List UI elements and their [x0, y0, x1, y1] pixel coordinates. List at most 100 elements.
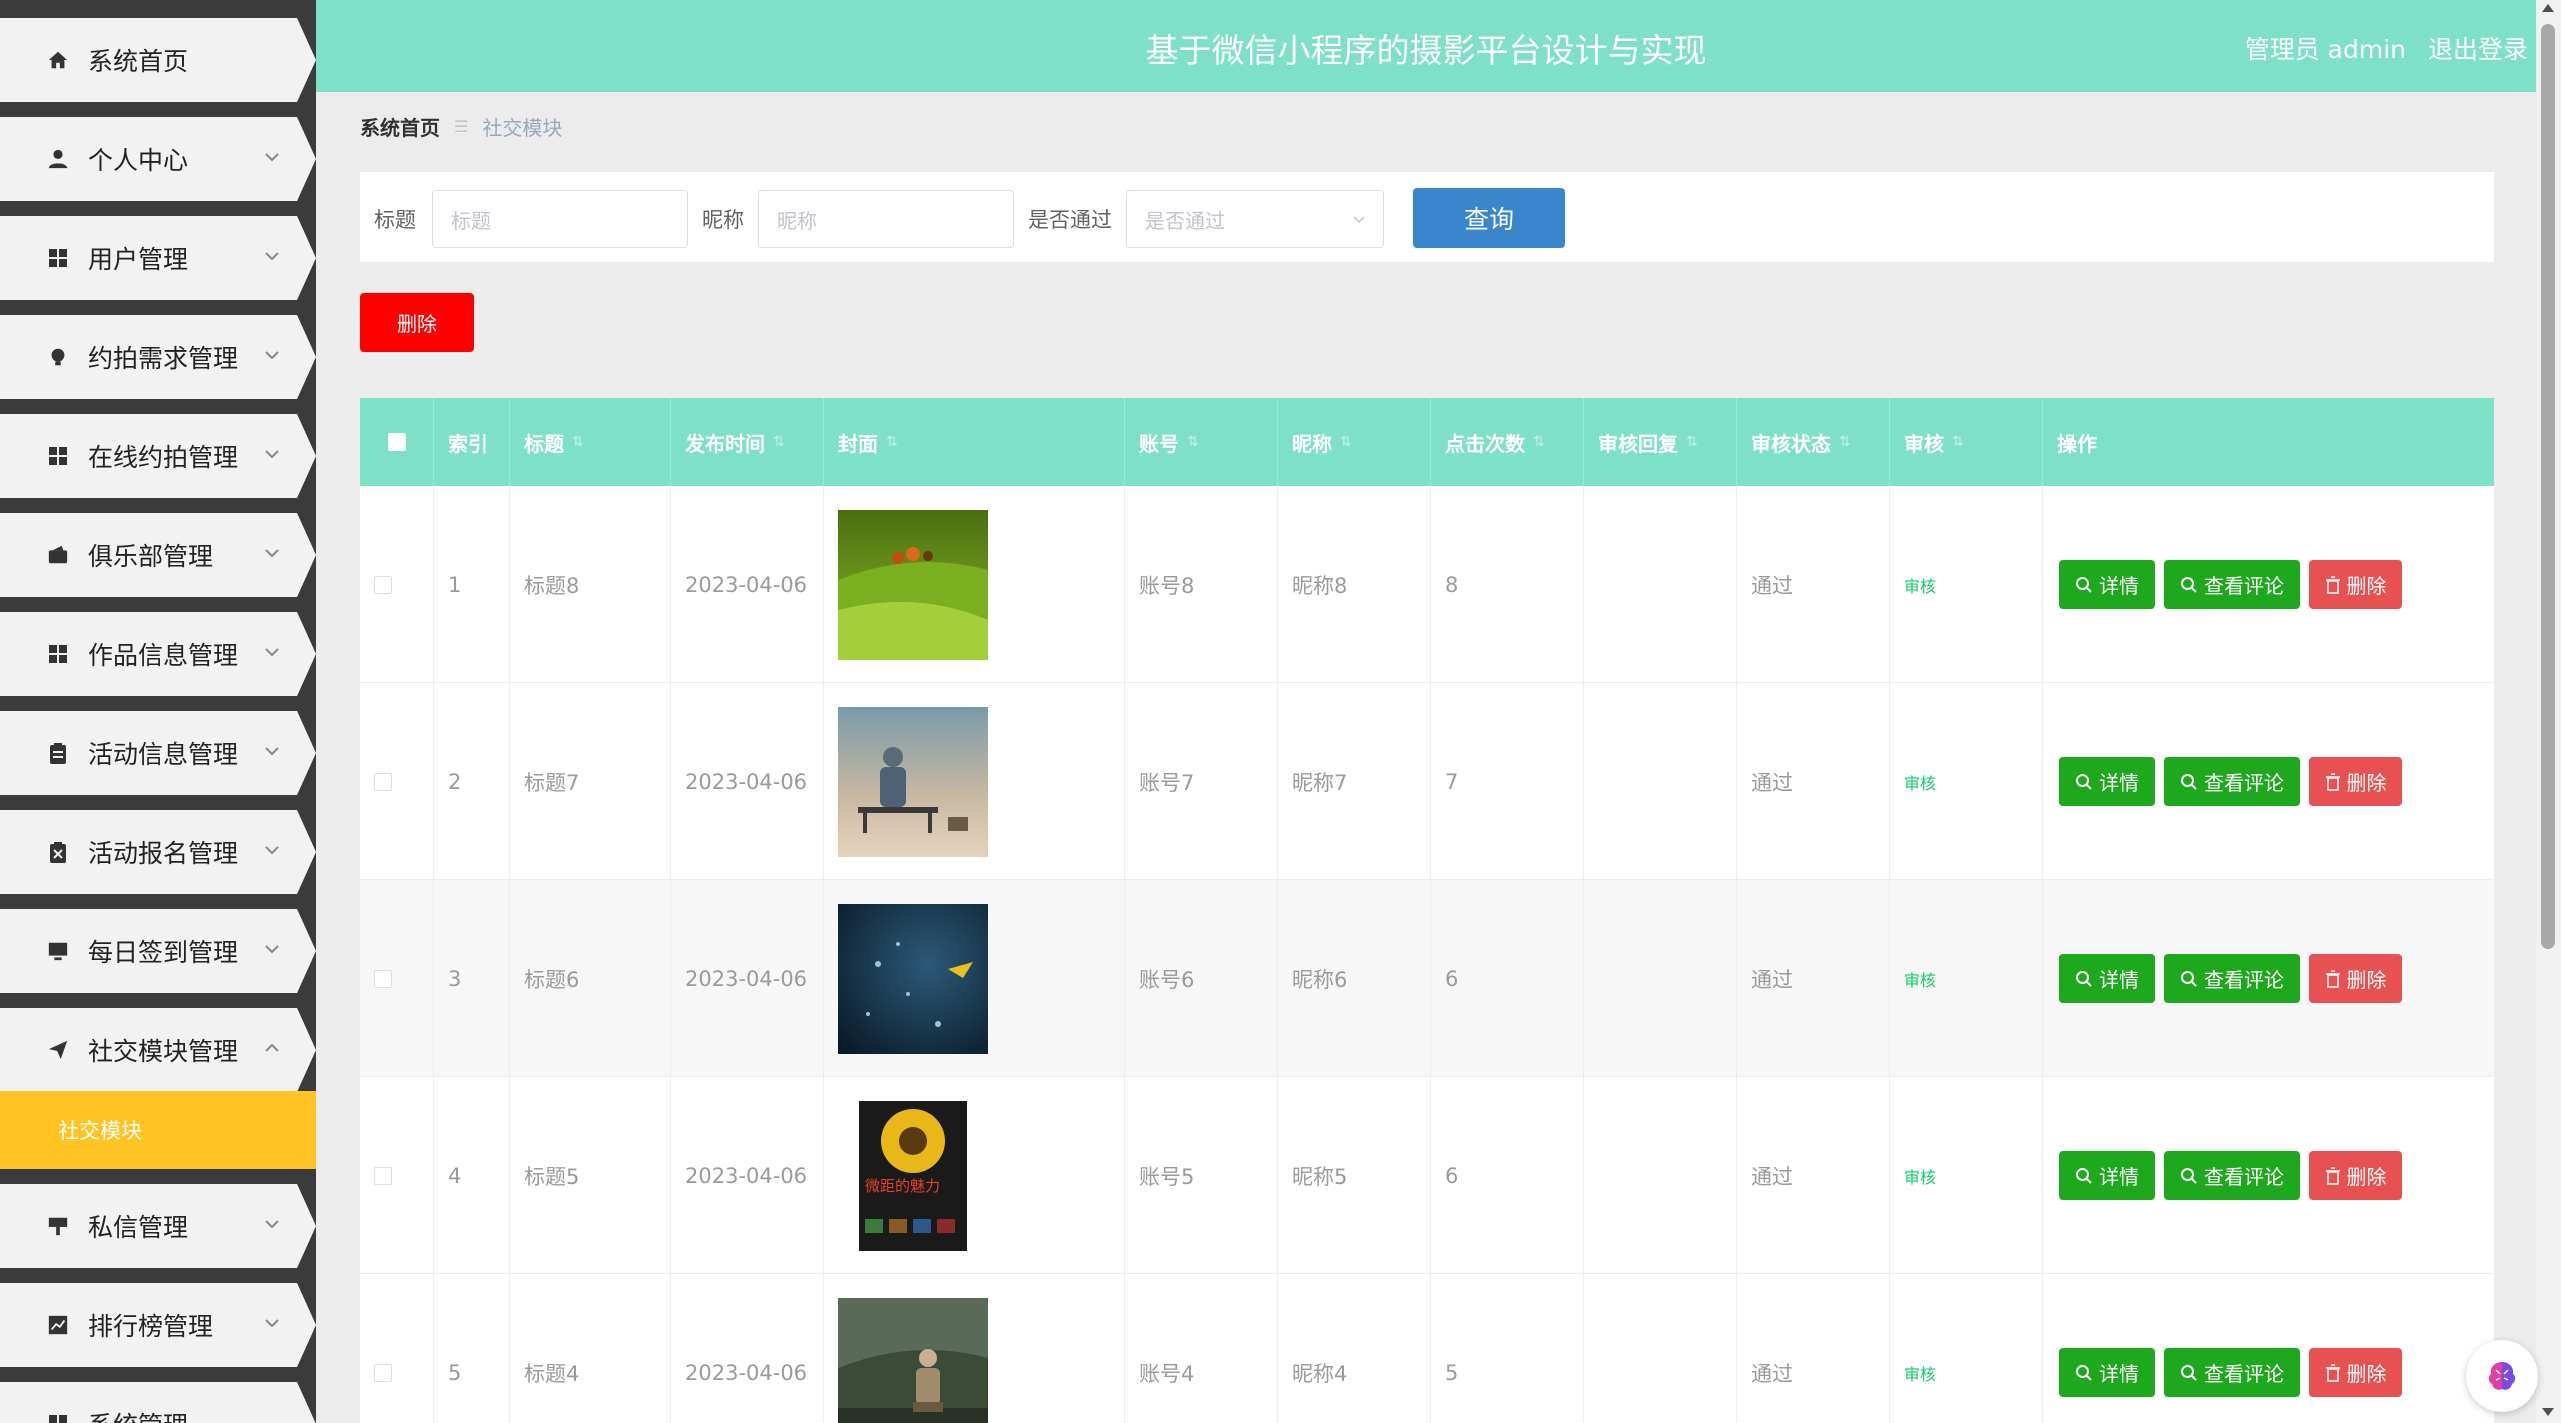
search-icon — [2076, 1364, 2092, 1381]
sidebar-item-club[interactable]: 俱乐部管理 — [0, 513, 316, 597]
sidebar-item-users[interactable]: 用户管理 — [0, 216, 316, 300]
chevron-down-icon — [265, 1220, 279, 1229]
audit-link[interactable]: 审核 — [1904, 1361, 1936, 1385]
col-title[interactable]: 标题 ⇅ — [510, 398, 671, 486]
view-comments-button[interactable]: 查看评论 — [2164, 757, 2300, 806]
col-clicks[interactable]: 点击次数 ⇅ — [1431, 398, 1584, 486]
nick-label: 昵称 — [702, 208, 744, 232]
sidebar-item-profile[interactable]: 个人中心 — [0, 117, 316, 201]
col-account[interactable]: 账号 ⇅ — [1125, 398, 1278, 486]
sidebar-item-label: 私信管理 — [88, 1213, 189, 1242]
search-icon — [2076, 1167, 2092, 1184]
title-search-input[interactable]: 标题 — [432, 190, 688, 248]
row-delete-button[interactable]: 删除 — [2309, 757, 2402, 806]
sidebar-item-signup[interactable]: 活动报名管理 — [0, 810, 316, 894]
sort-icon[interactable]: ⇅ — [1686, 434, 1698, 450]
cell-clicks: 6 — [1431, 880, 1584, 1077]
row-delete-button[interactable]: 删除 — [2309, 1151, 2402, 1200]
detail-button[interactable]: 详情 — [2059, 560, 2155, 609]
col-nick[interactable]: 昵称 ⇅ — [1278, 398, 1431, 486]
table-header: 索引 标题 ⇅ 发布时间 ⇅ 封面 ⇅ 账号 ⇅ 昵称 ⇅ 点击次数 ⇅ 审核回复 ⇅ 审核状… — [360, 398, 2494, 486]
sidebar-item-social[interactable]: 社交模块管理 — [0, 1008, 316, 1092]
row-checkbox[interactable] — [374, 575, 392, 594]
app-title: 基于微信小程序的摄影平台设计与实现 — [1145, 31, 1707, 70]
sort-icon[interactable]: ⇅ — [1952, 434, 1964, 450]
sidebar-item-activity[interactable]: 活动信息管理 — [0, 711, 316, 795]
detail-button[interactable]: 详情 — [2059, 1151, 2155, 1200]
floating-assistant-button[interactable] — [2466, 1340, 2538, 1412]
row-delete-button[interactable]: 删除 — [2309, 1348, 2402, 1397]
scroll-down-arrow-icon[interactable] — [2542, 1408, 2554, 1416]
scroll-up-arrow-icon[interactable] — [2542, 4, 2554, 12]
cell-reply — [1584, 683, 1737, 880]
view-comments-button[interactable]: 查看评论 — [2164, 1151, 2300, 1200]
row-delete-button[interactable]: 删除 — [2309, 954, 2402, 1003]
sidebar-item-system[interactable]: 系统管理 — [0, 1382, 316, 1423]
col-reply[interactable]: 审核回复 ⇅ — [1584, 398, 1737, 486]
search-icon — [2076, 970, 2092, 987]
sidebar-item-label: 俱乐部管理 — [88, 542, 214, 571]
row-checkbox[interactable] — [374, 1166, 392, 1185]
chevron-down-icon — [265, 549, 279, 558]
sort-icon[interactable]: ⇅ — [1187, 434, 1199, 450]
audit-link[interactable]: 审核 — [1904, 1164, 1936, 1188]
col-status[interactable]: 审核状态 ⇅ — [1737, 398, 1890, 486]
logout-link[interactable]: 退出登录 — [2428, 30, 2528, 66]
sidebar-item-ranking[interactable]: 排行榜管理 — [0, 1283, 316, 1367]
sidebar-item-demand[interactable]: 约拍需求管理 — [0, 315, 316, 399]
nick-search-input[interactable]: 昵称 — [758, 190, 1014, 248]
sidebar-item-message[interactable]: 私信管理 — [0, 1184, 316, 1268]
audit-link[interactable]: 审核 — [1904, 967, 1936, 991]
view-comments-button[interactable]: 查看评论 — [2164, 1348, 2300, 1397]
cell-status: 通过 — [1737, 486, 1890, 683]
detail-button[interactable]: 详情 — [2059, 954, 2155, 1003]
sort-icon[interactable]: ⇅ — [572, 434, 584, 450]
audit-link[interactable]: 审核 — [1904, 770, 1936, 794]
row-checkbox[interactable] — [374, 969, 392, 988]
cover-image: 微距的魅力 — [859, 1100, 967, 1251]
row-delete-button[interactable]: 删除 — [2309, 560, 2402, 609]
sort-icon[interactable]: ⇅ — [1340, 434, 1352, 450]
cell-reply — [1584, 880, 1737, 1077]
sidebar-subitem-label: 社交模块 — [58, 1119, 142, 1143]
col-cover[interactable]: 封面 ⇅ — [824, 398, 1125, 486]
sidebar-item-label: 活动信息管理 — [88, 740, 239, 769]
query-button[interactable]: 查询 — [1413, 188, 1565, 248]
sort-icon[interactable]: ⇅ — [773, 434, 785, 450]
cell-index: 3 — [434, 880, 510, 1077]
cell-time: 2023-04-06 — [671, 1274, 824, 1423]
sidebar-subitem-social-module[interactable]: 社交模块 — [0, 1091, 316, 1169]
col-time[interactable]: 发布时间 ⇅ — [671, 398, 824, 486]
sort-icon[interactable]: ⇅ — [1839, 434, 1851, 450]
sidebar-item-online[interactable]: 在线约拍管理 — [0, 414, 316, 498]
row-checkbox[interactable] — [374, 1363, 392, 1382]
brain-icon — [2488, 1362, 2516, 1390]
cell-title: 标题6 — [510, 880, 671, 1077]
batch-delete-button[interactable]: 删除 — [360, 293, 474, 352]
cell-time: 2023-04-06 — [671, 683, 824, 880]
pass-select[interactable]: 是否通过 — [1126, 190, 1384, 248]
detail-button[interactable]: 详情 — [2059, 757, 2155, 806]
detail-button[interactable]: 详情 — [2059, 1348, 2155, 1397]
search-icon — [2076, 773, 2092, 790]
breadcrumb-home[interactable]: 系统首页 — [360, 112, 440, 141]
view-comments-button[interactable]: 查看评论 — [2164, 954, 2300, 1003]
scrollbar-thumb[interactable] — [2541, 24, 2555, 949]
search-icon — [2181, 1167, 2197, 1184]
cell-clicks: 5 — [1431, 1274, 1584, 1423]
trash-icon — [2325, 1166, 2340, 1185]
sidebar-item-checkin[interactable]: 每日签到管理 — [0, 909, 316, 993]
view-comments-button[interactable]: 查看评论 — [2164, 560, 2300, 609]
row-checkbox[interactable] — [374, 772, 392, 791]
sort-icon[interactable]: ⇅ — [1533, 434, 1545, 450]
sidebar-item-home[interactable]: 系统首页 — [0, 18, 316, 102]
cell-reply — [1584, 486, 1737, 683]
audit-link[interactable]: 审核 — [1904, 573, 1936, 597]
col-audit[interactable]: 审核 ⇅ — [1890, 398, 2043, 486]
cell-status: 通过 — [1737, 1274, 1890, 1423]
sidebar-item-works[interactable]: 作品信息管理 — [0, 612, 316, 696]
col-index: 索引 — [434, 398, 510, 486]
pass-label: 是否通过 — [1028, 208, 1112, 232]
sort-icon[interactable]: ⇅ — [886, 434, 898, 450]
select-all-checkbox[interactable] — [387, 433, 406, 451]
